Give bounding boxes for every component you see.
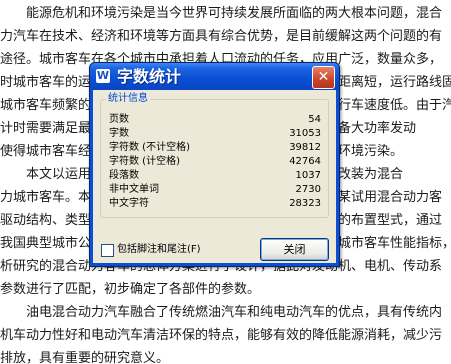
include-footnotes-checkbox[interactable]	[101, 244, 114, 257]
document-line: 排放，具有重要的研究意义。	[0, 351, 170, 364]
stat-label: 字符数 (计空格)	[109, 156, 180, 167]
stat-value: 39812	[289, 142, 321, 153]
dialog-title-bar[interactable]: W 字数统计 ✕	[90, 63, 339, 90]
stat-value: 28323	[289, 198, 321, 209]
stat-value: 1037	[295, 170, 321, 181]
stat-value: 2730	[295, 184, 321, 195]
dialog-client-area: 统计信息 页数 54 字数 31053 字符数 (不计空格) 39812 字符数…	[93, 90, 336, 263]
stat-label: 段落数	[109, 170, 139, 181]
document-line: 力汽车在技术、经济和环境等方面具有综合优势，是目前缓解这两个问题的有	[0, 29, 443, 44]
document-line: 参数进行了匹配，初步确定了各部件的参数。	[0, 282, 261, 297]
stat-label: 页数	[109, 114, 129, 125]
include-footnotes-label[interactable]: 包括脚注和尾注(F)	[117, 243, 201, 257]
close-button[interactable]: 关闭	[260, 238, 329, 261]
statistics-group: 统计信息 页数 54 字数 31053 字符数 (不计空格) 39812 字符数…	[100, 92, 329, 218]
stat-value: 31053	[289, 128, 321, 139]
stat-label: 非中文单词	[109, 184, 159, 195]
stat-label: 字符数 (不计空格)	[109, 142, 190, 153]
word-count-dialog: W 字数统计 ✕ 统计信息 页数 54 字数 31053 字符数 (不计空格) …	[89, 62, 340, 267]
document-line: 机车动力性好和电动汽车清洁环保的特点，能够有效的降低能源消耗，减少污	[0, 328, 443, 343]
dialog-title: 字数统计	[117, 67, 182, 86]
statistics-group-label: 统计信息	[106, 92, 150, 106]
document-line: 能源危机和环境污染是当今世界可持续发展所面临的两大根本问题，混合	[26, 6, 443, 21]
stat-label: 字数	[109, 128, 129, 139]
stat-value: 54	[308, 114, 321, 125]
word-app-icon: W	[96, 69, 110, 83]
stat-label: 中文字符	[109, 198, 149, 209]
close-icon[interactable]: ✕	[312, 66, 335, 89]
document-line: 油电混合动力汽车融合了传统燃油汽车和纯电动汽车的优点，具有传统内	[26, 305, 443, 320]
stat-value: 42764	[289, 156, 321, 167]
